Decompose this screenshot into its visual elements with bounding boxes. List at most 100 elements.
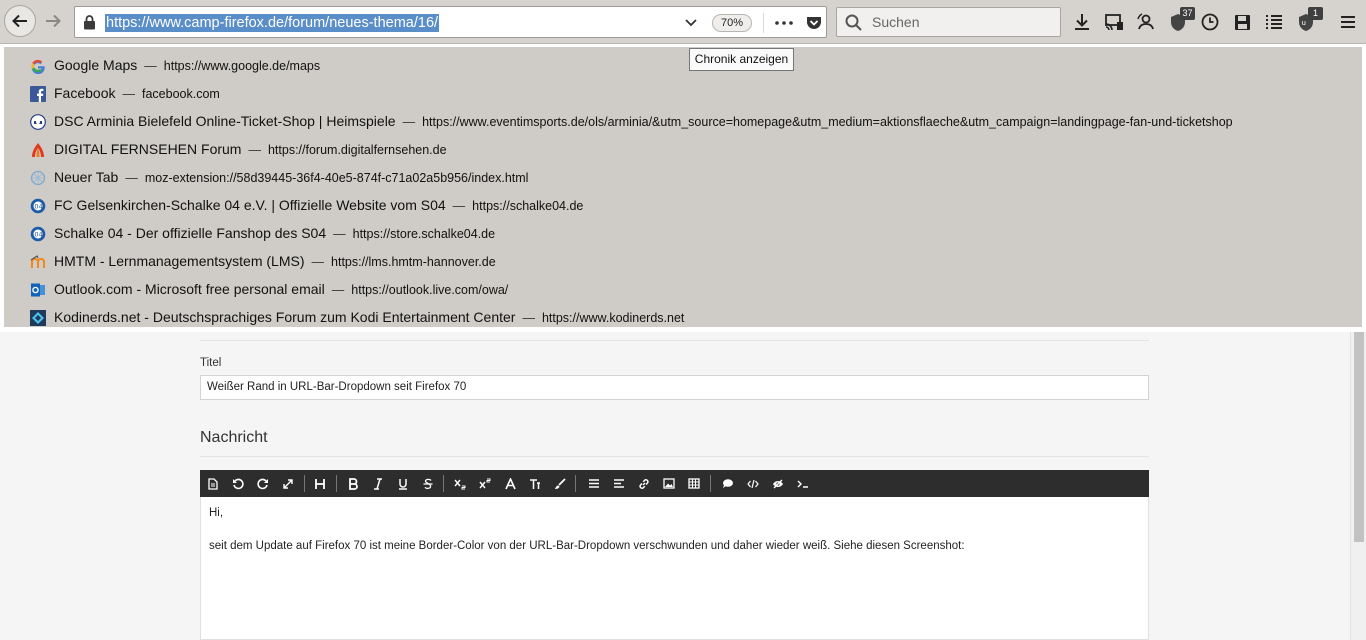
url-text[interactable]: https://www.camp-firefox.de/forum/neues-… bbox=[105, 14, 440, 32]
history-dropdown-button[interactable] bbox=[680, 13, 702, 33]
dropdown-item[interactable]: Outlook.com - Microsoft free personal em… bbox=[4, 275, 1362, 303]
lock-icon[interactable] bbox=[83, 15, 96, 35]
italic-icon bbox=[374, 477, 382, 490]
table-button[interactable] bbox=[685, 475, 703, 492]
downloads-button[interactable] bbox=[1069, 9, 1095, 35]
dropdown-item[interactable]: Google Maps — https://www.google.de/maps bbox=[4, 51, 1362, 79]
align-button[interactable] bbox=[610, 475, 628, 492]
list-icon bbox=[589, 479, 599, 488]
align-left-icon bbox=[614, 479, 624, 488]
browser-toolbar: https://www.camp-firefox.de/forum/neues-… bbox=[0, 0, 1366, 44]
heading-button[interactable] bbox=[311, 475, 329, 492]
font-size-button[interactable] bbox=[526, 475, 544, 492]
dropdown-item[interactable]: HMTM - Lernmanagementsystem (LMS) — https:… bbox=[4, 247, 1362, 275]
redo-icon bbox=[257, 478, 268, 489]
message-editor[interactable]: Hi, seit dem Update auf Firefox 70 ist m… bbox=[200, 497, 1149, 640]
dropdown-item-url: https://outlook.live.com/owa/ bbox=[351, 283, 509, 297]
moodle-icon bbox=[29, 253, 46, 270]
pocket-button[interactable] bbox=[803, 13, 825, 33]
underline-button[interactable] bbox=[394, 475, 412, 492]
document-icon bbox=[208, 477, 218, 490]
digital-fernsehen-icon bbox=[29, 141, 46, 158]
text-size-icon bbox=[530, 478, 540, 489]
url-bar[interactable]: https://www.camp-firefox.de/forum/neues-… bbox=[74, 6, 827, 38]
more-dots-icon bbox=[775, 21, 793, 25]
image-button[interactable] bbox=[660, 475, 678, 492]
code-button[interactable] bbox=[744, 475, 762, 492]
menu-button[interactable] bbox=[1335, 9, 1361, 35]
dropdown-item-url: https://store.schalke04.de bbox=[352, 227, 496, 241]
dropdown-item-title: Schalke 04 - Der offizielle Fanshop des … bbox=[54, 225, 327, 241]
dropdown-separator: — bbox=[248, 143, 261, 157]
italic-button[interactable] bbox=[369, 475, 387, 492]
list-icon bbox=[1266, 15, 1282, 29]
quote-button[interactable] bbox=[719, 475, 737, 492]
pocket-icon bbox=[807, 16, 821, 29]
dropdown-item[interactable]: DSC Arminia Bielefeld Online-Ticket-Shop… bbox=[4, 107, 1362, 135]
font-icon bbox=[504, 477, 516, 489]
library-button[interactable] bbox=[1261, 9, 1287, 35]
dropdown-item[interactable]: DIGITAL FERNSEHEN Forum — https://forum.di… bbox=[4, 135, 1362, 163]
source-code-button[interactable] bbox=[204, 475, 222, 492]
page-actions-button[interactable] bbox=[773, 13, 795, 33]
arminia-icon bbox=[29, 113, 46, 130]
expand-icon bbox=[283, 478, 293, 489]
link-button[interactable] bbox=[635, 475, 653, 492]
cast-icon bbox=[1104, 13, 1123, 30]
fullscreen-button[interactable] bbox=[279, 475, 297, 492]
search-icon bbox=[845, 14, 862, 36]
dropdown-item-title: HMTM - Lernmanagementsystem (LMS) bbox=[54, 253, 305, 269]
dropdown-item-url: https://www.kodinerds.net bbox=[541, 311, 685, 325]
dropdown-item[interactable]: Kodinerds.net - Deutschsprachiges Forum … bbox=[4, 303, 1362, 331]
toolbar-separator bbox=[575, 475, 576, 492]
forward-arrow-icon bbox=[46, 14, 61, 28]
dropdown-item-url: https://lms.hmtm-hannover.de bbox=[331, 255, 496, 269]
dropdown-item-title: DSC Arminia Bielefeld Online-Ticket-Shop… bbox=[54, 113, 396, 129]
spoiler-button[interactable] bbox=[769, 475, 787, 492]
dropdown-separator: — bbox=[122, 87, 135, 101]
back-button[interactable] bbox=[4, 5, 36, 37]
strikethrough-button[interactable] bbox=[419, 475, 437, 492]
terminal-icon bbox=[797, 480, 808, 488]
google-icon bbox=[29, 57, 46, 74]
history-button[interactable] bbox=[1197, 9, 1223, 35]
terminal-button[interactable] bbox=[794, 475, 812, 492]
title-input[interactable]: Weißer Rand in URL-Bar-Dropdown seit Fir… bbox=[200, 375, 1149, 400]
superscript-button[interactable] bbox=[476, 475, 494, 492]
bold-button[interactable] bbox=[344, 475, 362, 492]
title-label: Titel bbox=[200, 357, 222, 369]
hamburger-menu-icon bbox=[1341, 16, 1355, 28]
dropdown-item[interactable]: 04 FC Gelsenkirchen-Schalke 04 e.V. | Of… bbox=[4, 191, 1362, 219]
ublock-button[interactable]: u 1 bbox=[1293, 7, 1323, 35]
save-page-button[interactable] bbox=[1229, 9, 1255, 35]
heading-icon bbox=[315, 478, 325, 489]
editor-line: Hi, bbox=[209, 507, 224, 519]
eye-slash-icon bbox=[773, 479, 783, 488]
redo-button[interactable] bbox=[254, 475, 272, 492]
cast-button[interactable] bbox=[1101, 9, 1127, 35]
list-button[interactable] bbox=[585, 475, 603, 492]
editor-line: seit dem Update auf Firefox 70 ist meine… bbox=[209, 540, 965, 552]
download-icon bbox=[1075, 14, 1089, 30]
privacy-badger-button[interactable]: 37 bbox=[1165, 7, 1195, 35]
search-bar[interactable]: Suchen bbox=[836, 7, 1061, 37]
table-icon bbox=[688, 478, 700, 489]
schalke-icon: 04 bbox=[29, 197, 46, 214]
dropdown-item[interactable]: 04 Schalke 04 - Der offizielle Fanshop d… bbox=[4, 219, 1362, 247]
font-color-button[interactable] bbox=[501, 475, 519, 492]
remove-format-button[interactable] bbox=[551, 475, 569, 492]
subscript-button[interactable] bbox=[451, 475, 469, 492]
dropdown-item[interactable]: Neuer Tab — moz-extension://58d39445-36f4-… bbox=[4, 163, 1362, 191]
dropdown-separator: — bbox=[452, 199, 466, 213]
toolbar-separator bbox=[336, 475, 337, 492]
toolbar-separator bbox=[443, 475, 444, 492]
dropdown-item-title: DIGITAL FERNSEHEN Forum bbox=[54, 141, 242, 157]
containers-button[interactable] bbox=[1133, 9, 1159, 35]
back-arrow-icon bbox=[12, 14, 27, 28]
svg-text:04: 04 bbox=[34, 230, 42, 238]
zoom-reset-button[interactable]: 70% bbox=[712, 14, 752, 32]
dropdown-item[interactable]: Facebook — facebook.com bbox=[4, 79, 1362, 107]
dropdown-item-title: Google Maps bbox=[54, 57, 138, 73]
undo-button[interactable] bbox=[229, 475, 247, 492]
forward-button[interactable] bbox=[40, 8, 66, 34]
